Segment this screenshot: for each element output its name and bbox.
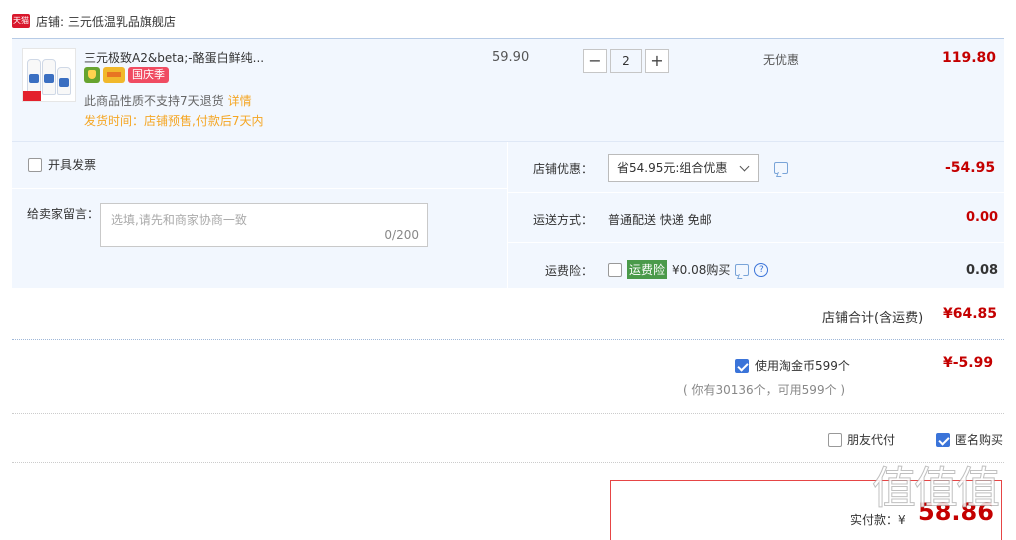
chevron-down-icon <box>739 161 750 172</box>
shop-discount-select[interactable]: 省54.95元:组合优惠 <box>608 154 759 182</box>
promo-strip <box>23 91 41 101</box>
invoice-option[interactable]: 开具发票 <box>28 156 96 173</box>
insurance-amount: 0.08 <box>966 263 999 278</box>
help-icon[interactable]: ? <box>754 262 769 277</box>
friend-pay-option[interactable]: 朋友代付 <box>828 431 895 448</box>
shop-discount-value: 省54.95元:组合优惠 <box>617 161 728 175</box>
message-placeholder: 选填,请先和商家协商一致 <box>111 213 247 227</box>
quantity-stepper: − 2 + <box>583 49 669 73</box>
guarantee-icon <box>84 67 100 83</box>
insurance-label: 运费险： <box>545 264 594 278</box>
bottle-icon <box>27 59 41 95</box>
friend-pay-label: 朋友代付 <box>847 433 896 447</box>
no-return-text: 此商品性质不支持7天退货 <box>84 94 224 108</box>
shipping-value: 普通配送 快递 免邮 <box>608 213 712 227</box>
comment-icon[interactable] <box>735 263 750 276</box>
subtotal-label: 店铺合计(含运费) <box>822 311 924 326</box>
coin-option[interactable]: 使用淘金币599个 <box>735 357 850 374</box>
friend-pay-checkbox[interactable] <box>828 432 842 447</box>
divider <box>507 242 1004 243</box>
divider <box>12 462 1004 463</box>
shop-discount-label: 店铺优惠： <box>533 162 594 176</box>
coin-amount: ¥-5.99 <box>943 355 994 371</box>
national-day-badge: 国庆季 <box>128 67 169 83</box>
message-label: 给卖家留言： <box>27 207 100 221</box>
coin-label: 使用淘金币599个 <box>755 359 850 373</box>
item-total: 119.80 <box>942 50 997 66</box>
shipping-amount: 0.00 <box>966 210 999 225</box>
plus-button[interactable]: + <box>645 49 669 73</box>
invoice-label: 开具发票 <box>48 158 97 172</box>
anonymous-checkbox[interactable] <box>936 432 950 447</box>
detail-link[interactable]: 详情 <box>228 94 252 108</box>
no-return-notice: 此商品性质不支持7天退货 详情 <box>84 92 252 109</box>
message-textarea[interactable]: 选填,请先和商家协商一致 0/200 <box>100 203 428 247</box>
insurance-price: ¥0.08购买 <box>672 263 731 277</box>
product-title[interactable]: 三元极致A2&beta;-酪蛋白鲜纯... <box>84 49 264 66</box>
shipping-label: 运送方式： <box>533 213 594 227</box>
shop-name[interactable]: 店铺: 三元低温乳品旗舰店 <box>36 13 176 30</box>
invoice-checkbox[interactable] <box>28 157 42 172</box>
divider <box>507 192 1004 193</box>
bottle-icon <box>42 59 56 95</box>
anonymous-label: 匿名购买 <box>955 433 1004 447</box>
insurance-option[interactable]: 运费险 ¥0.08购买 ? <box>608 260 769 279</box>
anonymous-option[interactable]: 匿名购买 <box>936 431 1003 448</box>
watermark: 值值值 <box>872 463 1001 515</box>
item-discount: 无优惠 <box>763 53 800 67</box>
card-icon <box>103 67 125 83</box>
insurance-checkbox[interactable] <box>608 262 622 277</box>
unit-price: 59.90 <box>492 50 530 65</box>
bottle-icon <box>57 67 71 95</box>
product-badges: 国庆季 <box>84 67 169 83</box>
insurance-tag: 运费险 <box>627 260 668 279</box>
coin-checkbox[interactable] <box>735 358 749 373</box>
comment-icon[interactable] <box>774 162 788 174</box>
minus-button[interactable]: − <box>583 49 607 73</box>
ship-time: 发货时间：店铺预售,付款后7天内 <box>84 114 264 128</box>
divider <box>507 142 508 288</box>
subtotal-amount: ¥64.85 <box>943 306 998 322</box>
divider <box>12 188 507 189</box>
shop-discount-amount: -54.95 <box>945 160 996 176</box>
product-image[interactable] <box>22 48 76 102</box>
divider <box>12 339 1004 340</box>
quantity-input[interactable]: 2 <box>610 49 642 73</box>
shop-header: 天猫 店铺: 三元低温乳品旗舰店 <box>12 10 176 32</box>
divider <box>12 413 1004 414</box>
message-count: 0/200 <box>384 228 419 242</box>
coin-note: ( 你有30136个，可用599个 ) <box>683 383 846 397</box>
tmall-icon: 天猫 <box>12 14 30 28</box>
